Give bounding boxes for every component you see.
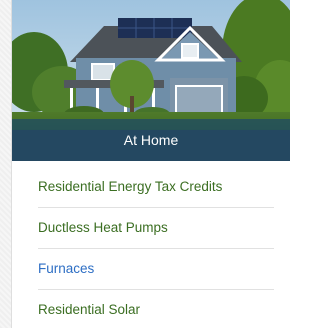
hero-image[interactable]: At Home xyxy=(12,0,290,161)
menu-item-residential-energy-tax-credits[interactable]: Residential Energy Tax Credits xyxy=(38,167,274,208)
menu-item-residential-solar[interactable]: Residential Solar xyxy=(38,290,274,330)
subcategory-menu: Residential Energy Tax Credits Ductless … xyxy=(12,167,290,330)
hero-caption[interactable]: At Home xyxy=(12,119,290,161)
menu-item-furnaces[interactable]: Furnaces xyxy=(38,249,274,290)
menu-item-ductless-heat-pumps[interactable]: Ductless Heat Pumps xyxy=(38,208,274,249)
category-card: At Home Residential Energy Tax Credits D… xyxy=(11,0,290,328)
